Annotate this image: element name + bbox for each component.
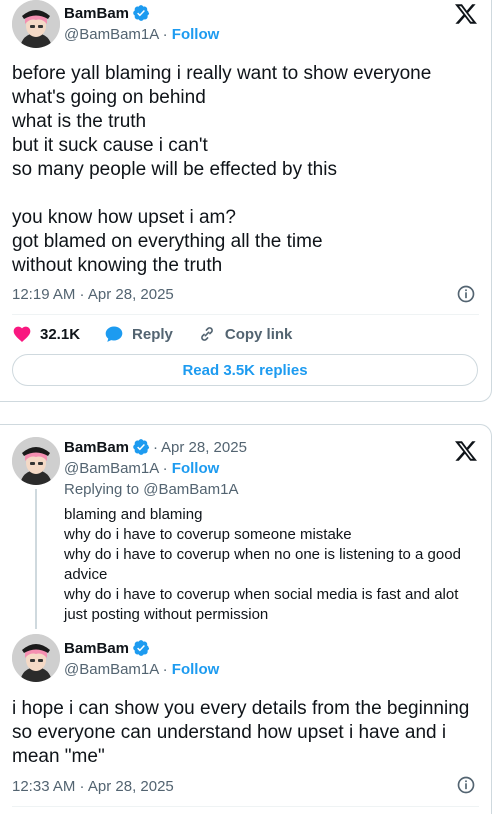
quoted-thread-card: BamBam · Apr 28, 2025 @BamBam1A · Follow…	[0, 424, 492, 814]
tweet-timestamp[interactable]: 12:33 AM · Apr 28, 2025	[12, 778, 174, 795]
verified-badge-icon	[133, 439, 150, 455]
like-button[interactable]: 32.1K	[12, 324, 80, 344]
x-logo-icon[interactable]	[454, 439, 478, 463]
handle-row: @BamBam1A · Follow	[64, 460, 219, 477]
thread-connector-line	[35, 489, 37, 629]
author-name[interactable]: BamBam	[64, 439, 129, 456]
handle-separator: ·	[162, 26, 168, 43]
divider	[12, 314, 479, 315]
follow-button[interactable]: Follow	[172, 26, 220, 43]
author-name-row: BamBam · Apr 28, 2025	[64, 438, 247, 456]
main-tweet-card: BamBam @BamBam1A · Follow before yall bl…	[0, 0, 492, 402]
heart-icon	[13, 326, 31, 342]
divider	[12, 806, 479, 807]
follow-button[interactable]: Follow	[172, 460, 220, 477]
author-handle[interactable]: @BamBam1A	[64, 661, 158, 678]
handle-row: @BamBam1A · Follow	[64, 26, 219, 43]
handle-separator: ·	[162, 661, 168, 678]
link-icon	[201, 327, 213, 341]
tweet-actions: 32.1K Reply Copy link	[12, 322, 316, 346]
replying-to[interactable]: Replying to @BamBam1A	[64, 481, 238, 498]
tweet-date[interactable]: Apr 28, 2025	[161, 439, 247, 456]
copy-link-label: Copy link	[224, 325, 293, 343]
author-name-row: BamBam	[64, 639, 150, 657]
avatar[interactable]	[12, 0, 60, 48]
author-handle[interactable]: @BamBam1A	[64, 460, 158, 477]
author-name-row: BamBam	[64, 4, 150, 22]
reply-label: Reply	[132, 325, 173, 343]
handle-row: @BamBam1A · Follow	[64, 661, 219, 678]
copy-link-button[interactable]: Copy link	[197, 324, 293, 344]
reply-button[interactable]: Reply	[104, 324, 173, 344]
like-count: 32.1K	[40, 325, 81, 343]
verified-badge-icon	[133, 5, 150, 21]
info-icon[interactable]	[456, 284, 476, 304]
tweet-timestamp[interactable]: 12:19 AM · Apr 28, 2025	[12, 286, 174, 303]
tweet-text: before yall blaming i really want to sho…	[12, 63, 432, 276]
x-logo-icon[interactable]	[454, 2, 478, 26]
handle-separator: ·	[162, 460, 168, 477]
author-name[interactable]: BamBam	[64, 640, 129, 657]
follow-button[interactable]: Follow	[172, 661, 220, 678]
avatar[interactable]	[12, 634, 60, 682]
info-icon[interactable]	[456, 775, 476, 795]
date-separator: ·	[153, 438, 159, 456]
author-name[interactable]: BamBam	[64, 5, 129, 22]
author-handle[interactable]: @BamBam1A	[64, 26, 158, 43]
avatar[interactable]	[12, 437, 60, 485]
reply-tweet-text: i hope i can show you every details from…	[12, 698, 470, 767]
verified-badge-icon	[133, 640, 150, 656]
reply-bubble-icon	[105, 326, 123, 342]
read-replies-button[interactable]: Read 3.5K replies	[12, 354, 478, 386]
parent-tweet-text: blaming and blaming why do i have to cov…	[64, 506, 461, 623]
